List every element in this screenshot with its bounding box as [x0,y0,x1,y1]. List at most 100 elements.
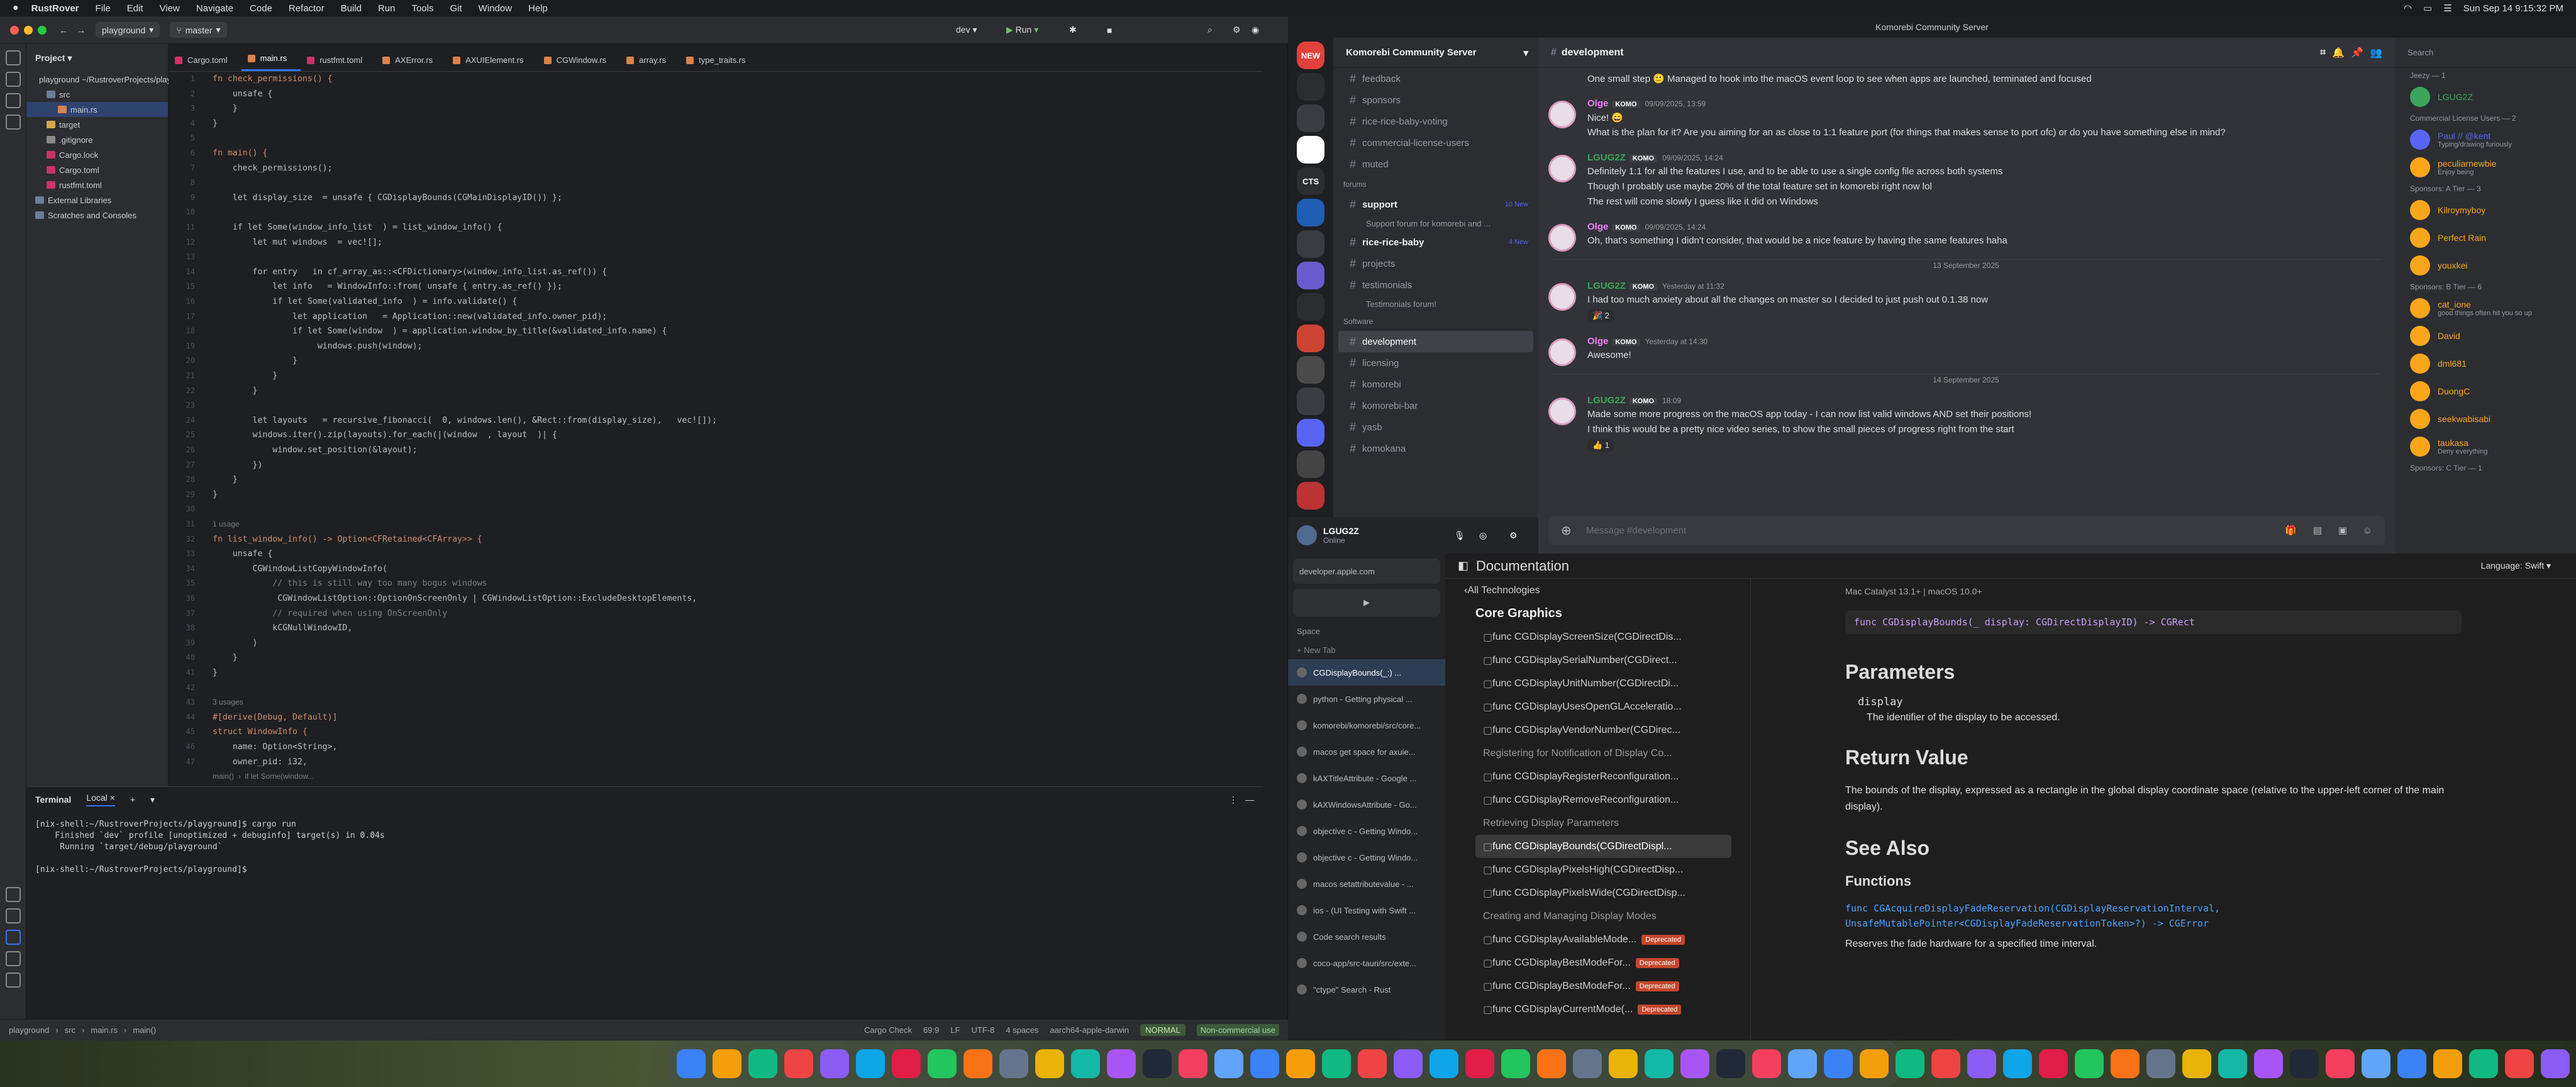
reaction[interactable]: 👍 1 [1587,439,1615,452]
dock-app-icon[interactable] [2111,1049,2140,1078]
editor-tab[interactable]: rustfmt.toml [301,55,376,71]
dock-app-icon[interactable] [2003,1049,2032,1078]
server-icon[interactable] [1297,387,1324,415]
server-icon[interactable] [1297,230,1324,258]
channel-commercial-license-users[interactable]: # commercial-license-users [1333,132,1538,153]
dock-app-icon[interactable] [2397,1049,2426,1078]
message-author[interactable]: LGUG2Z KOMO 09/09/2025, 14:24 [1587,152,1723,163]
channel-komorebi[interactable]: # komorebi [1333,374,1538,395]
nav-item[interactable]: ▢ func CGDisplayPixelsHigh(CGDirectDisp.… [1445,858,1750,881]
message-author[interactable]: LGUG2Z KOMO Yesterday at 11:32 [1587,281,1724,291]
menu-item[interactable]: Refactor [289,3,325,14]
menu-item[interactable]: Build [341,3,362,14]
menu-item[interactable]: Navigate [196,3,233,14]
app-name-menu[interactable]: RustRover [31,3,79,14]
menu-item[interactable]: Code [250,3,272,14]
license-badge[interactable]: Non-commercial use [1196,1024,1279,1036]
language-selector[interactable]: Language: Swift ▾ [2481,560,2551,571]
browser-tab[interactable]: Code search results [1288,923,1445,950]
dock-app-icon[interactable] [1143,1049,1172,1078]
gift-icon[interactable]: 🎁 [2285,525,2297,536]
browser-tab[interactable]: macos get space for axuie... [1288,739,1445,765]
user-settings-gear-icon[interactable]: ⚙ [1509,530,1518,541]
services-tool-icon[interactable] [6,908,21,923]
avatar[interactable] [1548,398,1576,425]
terminal-tool-icon[interactable] [6,930,21,945]
member-item[interactable]: peculiarnewbie Enjoy being [2395,153,2576,181]
dock-app-icon[interactable] [1107,1049,1136,1078]
nav-item[interactable]: ▢ func CGDisplayVendorNumber(CGDirec... [1445,718,1750,742]
forward-icon[interactable]: → [77,25,86,35]
dock-app-icon[interactable] [2254,1049,2283,1078]
channel-komorebi-bar[interactable]: # komorebi-bar [1333,395,1538,416]
tree-item[interactable]: playground ~/RustroverProjects/playgroun… [26,72,196,87]
editor-tab[interactable]: AXError.rs [376,55,447,71]
message-author[interactable]: Olge KOMO 09/09/2025, 14:24 [1587,221,1706,232]
dock-app-icon[interactable] [1680,1049,1709,1078]
nav-item[interactable]: ▢ func CGDisplaySerialNumber(CGDirect... [1445,649,1750,672]
account-icon[interactable]: ◉ [1252,25,1259,35]
menu-clock[interactable]: Sun Sep 14 9:15:32 PM [2463,3,2563,14]
dock-app-icon[interactable] [2505,1049,2534,1078]
code-area[interactable]: 1 fn check_permissions() {2 unsafe {3 } 4}… [169,72,1263,786]
nav-item[interactable]: ▢ func CGDisplayBestModeFor... Deprecated [1445,974,1750,998]
channel-development[interactable]: # development [1338,331,1533,352]
function-link[interactable]: func CGAcquireDisplayFadeReservation(CGD… [1845,901,2474,931]
status-item[interactable]: 4 spaces [1006,1025,1038,1035]
nav-item[interactable]: ▢ func CGDisplayBounds(CGDirectDispl... [1475,835,1731,858]
channel-rice-rice-baby-voting[interactable]: # rice-rice-baby-voting [1333,111,1538,132]
back-icon[interactable]: ← [59,25,68,35]
dock-app-icon[interactable] [2433,1049,2462,1078]
wifi-icon[interactable]: ◠ [2404,3,2412,14]
nav-item[interactable]: ▢ func CGDisplayUsesOpenGLAcceleratio... [1445,695,1750,718]
project-tool-icon[interactable] [6,50,21,65]
browser-tab[interactable]: macos setattributevalue - ... [1288,871,1445,897]
browser-tab[interactable]: CGDisplayBounds(_:) ... [1288,659,1445,686]
dock-app-icon[interactable] [1967,1049,1996,1078]
status-item[interactable]: UTF-8 [972,1025,995,1035]
status-item[interactable]: LF [950,1025,960,1035]
browser-tab[interactable]: coco-app/src-tauri/src/exte... [1288,950,1445,976]
dock-app-icon[interactable] [1071,1049,1100,1078]
status-item[interactable]: 69:9 [923,1025,939,1035]
nav-item[interactable]: ▢ func CGDisplayRegisterReconfiguration.… [1445,765,1750,788]
gif-icon[interactable]: ▤ [2313,525,2322,536]
browser-tab[interactable]: python - Getting physical ... [1288,686,1445,712]
browser-tab[interactable]: ios - (UI Testing with Swift ... [1288,897,1445,923]
run-config-selector[interactable]: dev ▾ [956,25,977,35]
members-icon[interactable]: 👥 [2370,47,2382,59]
member-item[interactable]: Perfect Rain [2395,224,2576,252]
menu-item[interactable]: Help [528,3,548,14]
pinned-tab[interactable]: ▶ [1293,589,1440,616]
message-author[interactable]: Olge KOMO 09/09/2025, 13:59 [1587,98,1706,109]
channel-category[interactable]: Software [1333,312,1538,331]
browser-tab[interactable]: komorebi/komorebi/src/core... [1288,712,1445,739]
avatar[interactable] [1548,283,1576,311]
dock-app-icon[interactable] [1537,1049,1566,1078]
add-attachment-icon[interactable]: ⊕ [1561,523,1572,538]
breadcrumb-item[interactable]: playground [9,1025,49,1035]
member-item[interactable]: Paul // @kent Typing/drawing furiously [2395,126,2576,153]
tree-item[interactable]: .gitignore [26,132,168,147]
avatar[interactable] [1548,224,1576,252]
avatar[interactable] [1548,338,1576,366]
member-item[interactable]: LGUG2Z [2395,83,2576,111]
nav-item[interactable]: ▢ func CGDisplayCurrentMode(... Deprecate… [1445,998,1750,1021]
terminal-tab[interactable]: Terminal [35,794,71,805]
menu-item[interactable]: Edit [127,3,143,14]
channel-projects[interactable]: # projects [1333,253,1538,274]
run-tool-icon[interactable] [6,887,21,902]
dock-app-icon[interactable] [1322,1049,1351,1078]
dock-app-icon[interactable] [1394,1049,1423,1078]
zoom-window-button[interactable] [38,25,47,35]
dock-app-icon[interactable] [1358,1049,1387,1078]
threads-icon[interactable]: ⌗ [2320,47,2326,59]
avatar[interactable] [1548,101,1576,128]
server-icon[interactable] [1297,482,1324,510]
battery-icon[interactable]: ▭ [2423,3,2432,14]
project-panel-header[interactable]: Project ▾ [26,44,168,72]
dock-app-icon[interactable] [2146,1049,2175,1078]
emoji-icon[interactable]: ☺ [2363,525,2372,536]
server-icon[interactable] [1297,325,1324,352]
message-author[interactable]: LGUG2Z KOMO 18:09 [1587,395,1681,406]
